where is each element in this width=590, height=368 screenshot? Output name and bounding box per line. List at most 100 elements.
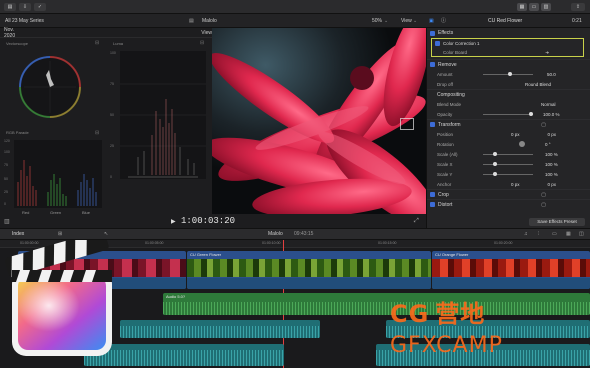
- scopes-footer: ▥: [0, 214, 108, 228]
- watermark-line1: CG 营地: [390, 302, 485, 326]
- viewer-title: Malolo: [202, 17, 217, 24]
- crop-section[interactable]: Crop ▢: [427, 189, 590, 199]
- effects-section[interactable]: Effects: [427, 28, 590, 38]
- audio-skimming-icon[interactable]: ♫: [524, 231, 528, 237]
- scale-y-value[interactable]: 100 %: [545, 172, 558, 177]
- distort-onscreen-icon[interactable]: ▢: [541, 202, 546, 208]
- color-correction-effect[interactable]: Color Correction 1 Color Board ➜: [431, 38, 584, 57]
- project-duration: 09:43:15: [294, 231, 314, 237]
- effects-browser-icon[interactable]: ▦: [566, 231, 571, 237]
- save-effects-preset-button[interactable]: Save Effects Preset: [529, 218, 585, 226]
- luma-graph: [120, 51, 206, 179]
- opacity-slider[interactable]: [483, 111, 533, 116]
- clip-audio-strip: [432, 278, 590, 289]
- viewer-title-icon: ▤: [189, 17, 194, 24]
- browser-toggle[interactable]: ▦: [517, 3, 527, 11]
- audio-clip-main[interactable]: Audio 5.0?: [163, 293, 590, 315]
- share-button[interactable]: ⇪: [571, 2, 585, 11]
- position-x-value[interactable]: 0 px: [511, 132, 520, 137]
- audio-waveform: [163, 302, 590, 315]
- vignette-section[interactable]: Remove: [427, 59, 590, 69]
- scale-y-row: Scale Y 100 %: [437, 171, 558, 177]
- color-board-arrow-icon[interactable]: ➜: [545, 50, 549, 56]
- clip-thumbnails: [187, 259, 431, 277]
- viewer-view-menu[interactable]: View: [401, 18, 412, 24]
- compositing-section[interactable]: Compositing: [427, 89, 590, 99]
- position-y-value[interactable]: 0 px: [548, 132, 557, 137]
- scale-x-row: Scale X 100 %: [437, 161, 558, 167]
- timecode-display: 1:00:03:20: [181, 216, 236, 226]
- anchor-y-value[interactable]: 0 px: [548, 182, 557, 187]
- crop-onscreen-icon[interactable]: ▢: [541, 192, 546, 198]
- vignette-checkbox[interactable]: [430, 62, 435, 67]
- inspector-toggle[interactable]: ▥: [541, 3, 551, 11]
- panel-header: All 23 May Series ▤ Malolo 50% ⌄ View ⌄ …: [0, 14, 590, 28]
- crop-checkbox[interactable]: [430, 192, 435, 197]
- scale-all-row: Scale (All) 100 %: [437, 151, 558, 157]
- color-correction-checkbox[interactable]: [435, 41, 440, 46]
- ruler-mark-1: 01:00:05:00: [145, 241, 164, 245]
- zoom-menu[interactable]: 50%: [372, 18, 382, 24]
- anchor-x-value[interactable]: 0 px: [511, 182, 520, 187]
- inspector-title: CU Red Flower: [488, 17, 523, 24]
- scope-layout-icon[interactable]: ▥: [4, 218, 10, 225]
- amount-value[interactable]: 50.0: [547, 72, 556, 77]
- opacity-value[interactable]: 100.0 %: [543, 112, 560, 117]
- audio-waveform: [120, 326, 320, 338]
- opacity-row: Opacity 100.0 %: [437, 111, 560, 117]
- distort-checkbox[interactable]: [430, 202, 435, 207]
- index-button[interactable]: Index: [12, 231, 24, 237]
- rotation-dial[interactable]: [519, 141, 525, 147]
- library-name: All 23 May Series: [5, 17, 44, 24]
- arrow-tool-icon[interactable]: ↖: [104, 231, 108, 237]
- fullscreen-icon[interactable]: ⤢: [414, 218, 419, 225]
- transitions-browser-icon[interactable]: ◫: [579, 231, 584, 237]
- watermark-line2: GFXCAMP: [390, 333, 503, 358]
- rotation-value[interactable]: 0 °: [545, 142, 551, 147]
- amount-row: Amount 50.0: [437, 71, 556, 77]
- transform-checkbox[interactable]: [430, 122, 435, 127]
- rgb-parade-graph: [14, 140, 102, 208]
- clip-thumbnails: [432, 259, 590, 277]
- blend-mode-menu[interactable]: Normal: [541, 102, 556, 107]
- audio-clip-teal-1[interactable]: [120, 320, 320, 338]
- play-button[interactable]: ▶: [171, 218, 176, 225]
- watermark-cg: CG: [390, 300, 430, 328]
- final-cut-pro-logo: [5, 240, 112, 356]
- scale-x-slider[interactable]: [483, 161, 533, 166]
- onscreen-control-box[interactable]: [400, 118, 414, 130]
- transform-section[interactable]: Transform ▢: [427, 119, 590, 129]
- scale-x-value[interactable]: 100 %: [545, 162, 558, 167]
- viewer: [212, 28, 426, 214]
- import-button[interactable]: ⇩: [19, 2, 31, 11]
- effects-checkbox[interactable]: [430, 30, 435, 36]
- clip-cu-green-flower[interactable]: CU Green Flower: [187, 251, 431, 289]
- scopes-view-menu[interactable]: View: [201, 30, 212, 36]
- blend-mode-row: Blend Mode Normal: [437, 101, 556, 107]
- ruler-mark-2: 01:00:10:00: [262, 241, 281, 245]
- video-inspector-icon[interactable]: ▣: [429, 18, 434, 24]
- viewer-transport: ▶ 1:00:03:20 ⤢: [108, 214, 426, 228]
- transform-onscreen-icon[interactable]: ▢: [541, 122, 546, 128]
- anchor-row: Anchor 0 px 0 px: [437, 181, 557, 187]
- zoom-chevron-icon: ⌄: [384, 17, 389, 24]
- library-button[interactable]: ▤: [4, 2, 16, 11]
- vectorscope: Vectorscope ⊟: [2, 39, 104, 127]
- scale-all-slider[interactable]: [483, 151, 533, 156]
- dropoff-menu[interactable]: Round Blend: [525, 82, 551, 87]
- clip-appearance-icon[interactable]: ▭: [552, 231, 557, 237]
- top-toolbar: ▤ ⇩ ✓ ⇪: [0, 0, 590, 14]
- amount-slider[interactable]: [483, 71, 533, 76]
- clip-cu-orange-flower[interactable]: CU Orange Flower: [432, 251, 590, 289]
- project-name: Malolo: [268, 231, 283, 237]
- distort-section[interactable]: Distort ▢: [427, 199, 590, 209]
- keyword-button[interactable]: ✓: [34, 2, 46, 11]
- scale-y-slider[interactable]: [483, 171, 533, 176]
- tool-select-icon[interactable]: ⊞: [58, 231, 62, 237]
- inspector-time: 0:21: [572, 17, 582, 24]
- clip-audio-strip: [187, 278, 431, 289]
- scale-all-value[interactable]: 100 %: [545, 152, 558, 157]
- info-inspector-icon[interactable]: ⓘ: [441, 17, 446, 24]
- snapping-icon[interactable]: ⫶: [538, 231, 539, 237]
- timeline-toggle[interactable]: ▭: [529, 3, 539, 11]
